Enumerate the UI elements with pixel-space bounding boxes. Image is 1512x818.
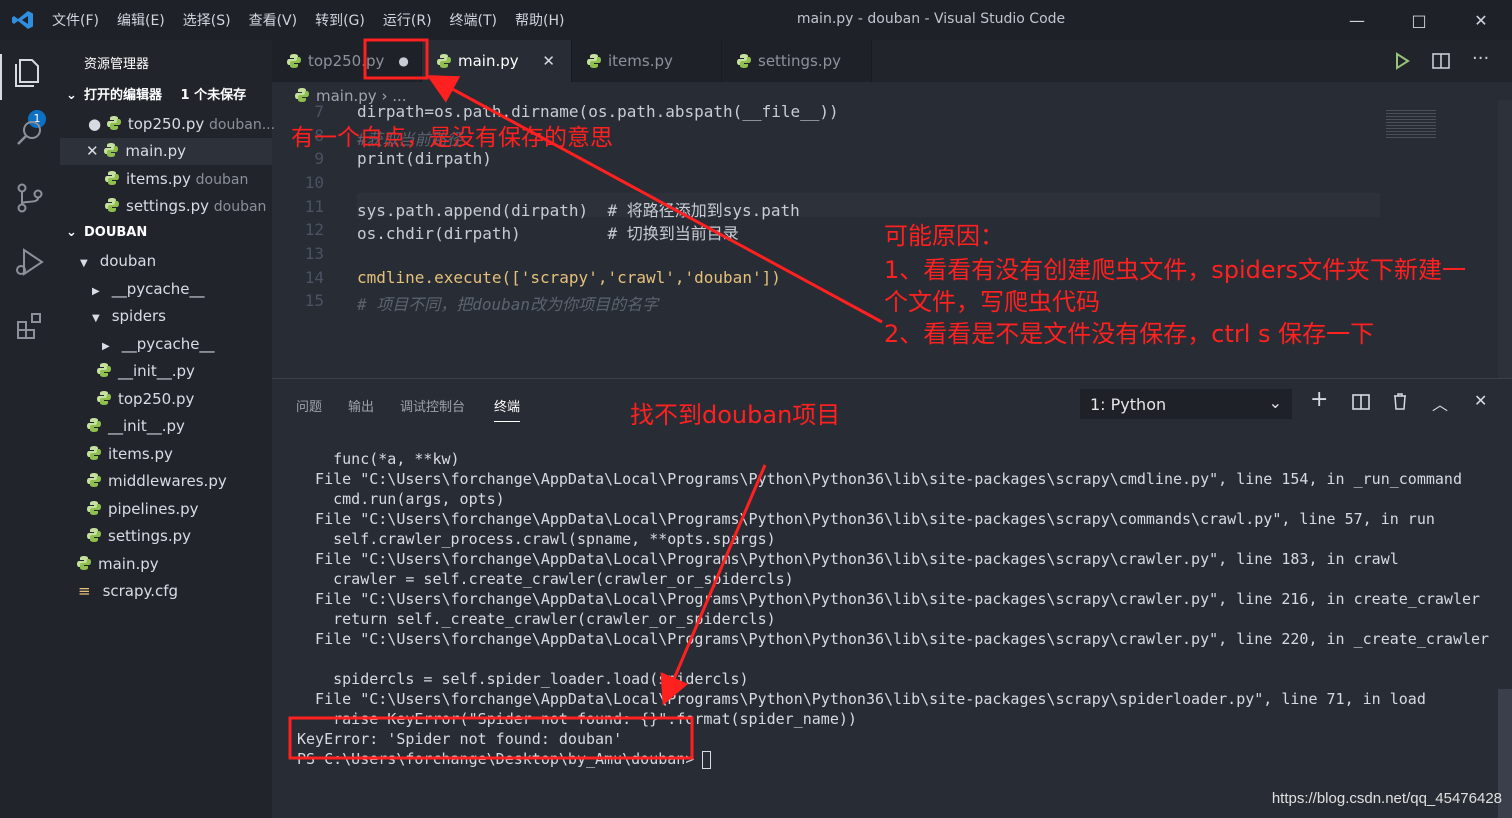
- unsaved-highlight-box: [363, 38, 429, 80]
- annotation-cause-title: 可能原因：: [884, 222, 1004, 250]
- not-found-arrow: [660, 464, 767, 706]
- error-highlight-box: [288, 716, 694, 760]
- annotation-not-found: 找不到douban项目: [630, 401, 841, 429]
- annotation-unsaved-note: 有一个白点，是没有保存的意思: [291, 125, 613, 151]
- annotation-cause-1: 1、看看有没有创建爬虫文件，spiders文件夹下新建一: [884, 256, 1467, 284]
- cause-arrow: [426, 75, 883, 324]
- annotation-cause-1b: 个文件，写爬虫代码: [884, 288, 1100, 316]
- watermark: https://blog.csdn.net/qq_45476428: [1271, 790, 1502, 807]
- annotation-cause-2: 2、看看是不是文件没有保存，ctrl s 保存一下: [884, 320, 1375, 348]
